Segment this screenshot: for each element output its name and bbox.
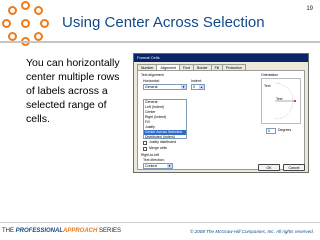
- horizontal-value: General: [145, 85, 158, 89]
- cancel-button[interactable]: Cancel: [283, 164, 305, 171]
- justify-distributed-label: Justify distributed: [149, 140, 177, 144]
- text-alignment-label: Text alignment: [141, 73, 164, 77]
- dot-icon: [34, 32, 43, 41]
- orientation-text-sample: Text: [276, 97, 283, 101]
- text-direction-label: Text direction:: [143, 158, 165, 162]
- degrees-stepper[interactable]: 0: [266, 128, 276, 134]
- body-text: You can horizontally center multiple row…: [26, 57, 120, 125]
- indent-label: Indent:: [191, 79, 202, 83]
- dot-icon: [21, 1, 30, 10]
- dot-icon: [8, 32, 17, 41]
- brand-the: THE: [2, 228, 16, 234]
- vertical-text-sample[interactable]: Text: [264, 83, 270, 89]
- brand-professional: PROFESSIONAL: [15, 228, 64, 234]
- text-direction-value: Context: [145, 164, 158, 168]
- degrees-value: 0: [268, 129, 270, 133]
- slide-number: 19: [306, 6, 313, 12]
- footer-divider: [0, 222, 320, 223]
- indent-value: 0: [193, 85, 195, 89]
- dot-icon: [8, 6, 17, 15]
- alignment-panel: Text alignment Horizontal: General ▼ Ind…: [137, 70, 305, 170]
- ok-button[interactable]: OK: [258, 164, 280, 171]
- dialog-title: Format Cells: [134, 54, 308, 62]
- title-divider: [0, 41, 320, 43]
- justify-distributed-checkbox[interactable]: [143, 141, 147, 145]
- horizontal-dropdown[interactable]: General ▼: [143, 84, 187, 90]
- chevron-down-icon[interactable]: ▼: [181, 85, 186, 89]
- merge-cells-checkbox[interactable]: [143, 147, 147, 151]
- orientation-dial-icon[interactable]: [271, 81, 299, 121]
- spinner-arrows-icon[interactable]: ▴: [199, 85, 204, 89]
- slide-title: Using Center Across Selection: [62, 14, 265, 31]
- dot-icon: [34, 6, 43, 15]
- format-cells-dialog: Format Cells Number Alignment Font Borde…: [133, 53, 309, 173]
- text-direction-dropdown[interactable]: Context ▼: [143, 163, 173, 169]
- orientation-label: Orientation: [261, 73, 279, 77]
- merge-cells-label: Merge cells: [149, 146, 167, 150]
- series-brand: THE PROFESSIONALAPPROACH SERIES: [2, 228, 121, 234]
- copyright-notice: © 2008 The McGraw-Hill Companies, Inc. A…: [190, 229, 314, 234]
- horizontal-options-list[interactable]: General Left (Indent) Center Right (Inde…: [143, 99, 187, 139]
- degrees-label: Degrees: [278, 128, 292, 132]
- chevron-down-icon[interactable]: ▼: [167, 164, 172, 168]
- brand-approach: APPROACH: [63, 228, 98, 234]
- brand-series: SERIES: [97, 228, 122, 234]
- orientation-control[interactable]: Text Text: [261, 78, 301, 124]
- dot-icon: [21, 19, 30, 28]
- dot-icon: [40, 19, 49, 28]
- indent-stepper[interactable]: 0 ▴: [191, 84, 205, 90]
- rtl-section-label: Right-to-left: [141, 153, 160, 157]
- dot-icon: [2, 19, 11, 28]
- horizontal-label: Horizontal:: [143, 79, 160, 83]
